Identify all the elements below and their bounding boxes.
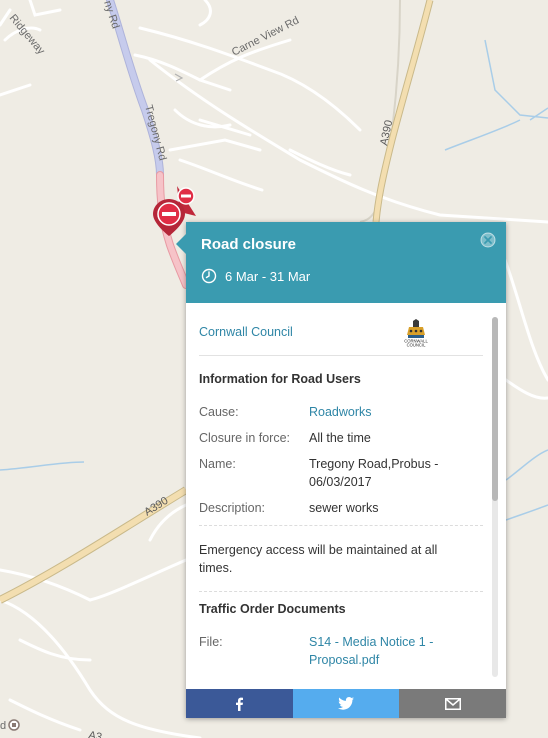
share-facebook-button[interactable] bbox=[186, 689, 293, 718]
share-bar bbox=[186, 689, 507, 718]
popup-title: Road closure bbox=[201, 236, 297, 253]
closure-label: Closure in force: bbox=[199, 431, 291, 445]
council-row: Cornwall Council CORNWALL COUNCIL bbox=[199, 319, 483, 356]
poi-icon[interactable] bbox=[8, 719, 20, 731]
description-value: sewer works bbox=[309, 501, 379, 515]
scrollbar-thumb[interactable] bbox=[492, 317, 498, 501]
scrollbar[interactable] bbox=[492, 317, 498, 677]
file-label: File: bbox=[199, 635, 223, 649]
council-link[interactable]: Cornwall Council bbox=[199, 325, 293, 339]
emergency-note: Emergency access will be maintained at a… bbox=[199, 543, 438, 575]
popup-date-row: 6 Mar - 31 Mar bbox=[201, 268, 310, 284]
popup-header: Road closure 6 Mar - 31 Mar bbox=[186, 222, 506, 303]
share-twitter-button[interactable] bbox=[292, 689, 400, 718]
name-value: Tregony Road,Probus - 06/03/2017 bbox=[309, 457, 439, 489]
bottom-left-label: d bbox=[0, 720, 6, 732]
divider bbox=[199, 591, 483, 592]
cause-value-link[interactable]: Roadworks bbox=[309, 403, 479, 421]
svg-text:COUNCIL: COUNCIL bbox=[407, 343, 427, 348]
road-label-a390-bottom: A3 bbox=[87, 729, 103, 738]
info-section-title: Information for Road Users bbox=[199, 372, 361, 386]
description-label: Description: bbox=[199, 501, 265, 515]
road-closure-popup: Road closure 6 Mar - 31 Mar Cornwall Cou… bbox=[176, 222, 507, 718]
facebook-icon bbox=[236, 697, 244, 711]
close-icon[interactable] bbox=[480, 232, 496, 248]
email-icon bbox=[444, 697, 461, 710]
twitter-icon bbox=[338, 697, 354, 710]
popup-date-range: 6 Mar - 31 Mar bbox=[225, 268, 311, 284]
closure-value: All the time bbox=[309, 431, 371, 445]
popup-pointer bbox=[176, 234, 186, 254]
cause-label: Cause: bbox=[199, 405, 239, 419]
share-email-button[interactable] bbox=[399, 689, 507, 718]
divider bbox=[199, 525, 483, 526]
name-label: Name: bbox=[199, 457, 236, 471]
popup-body[interactable]: Cornwall Council CORNWALL COUNCIL Inform… bbox=[186, 303, 506, 689]
clock-icon bbox=[201, 268, 217, 284]
council-logo: CORNWALL COUNCIL bbox=[404, 319, 428, 348]
documents-section-title: Traffic Order Documents bbox=[199, 602, 346, 616]
file-link[interactable]: S14 - Media Notice 1 - Proposal.pdf bbox=[309, 633, 479, 669]
